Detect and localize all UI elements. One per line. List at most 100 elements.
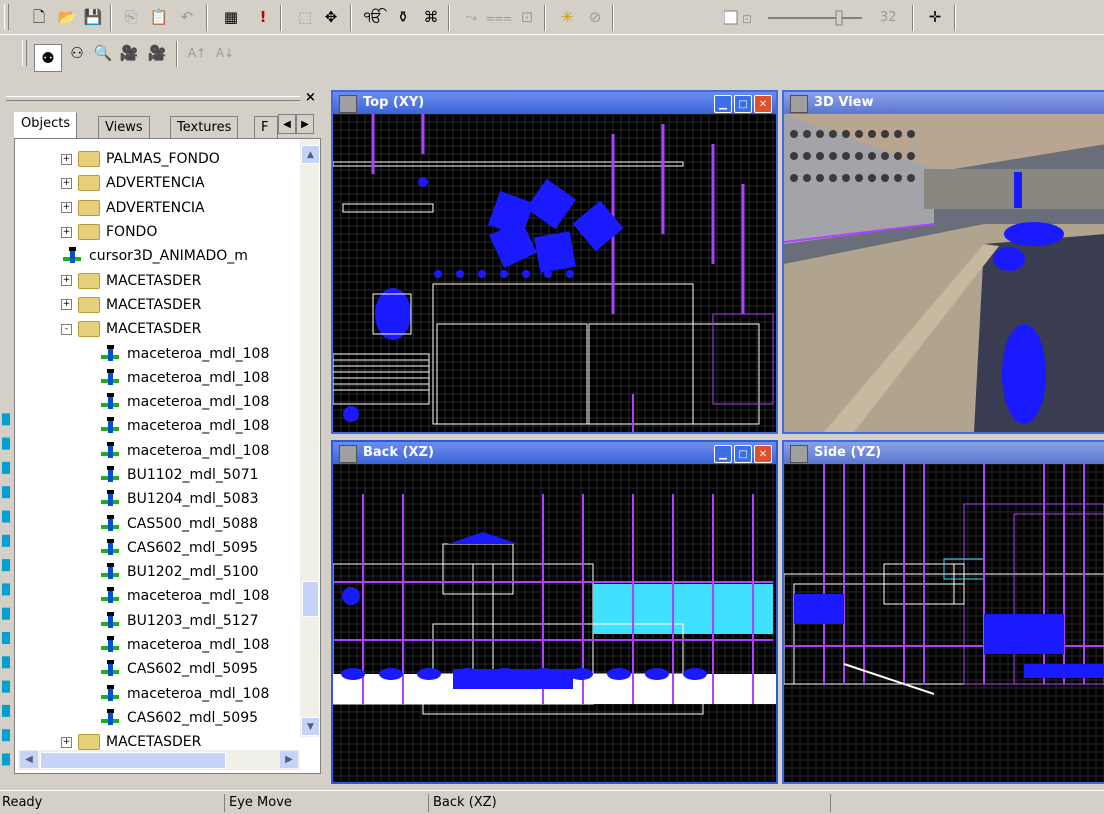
tree-folder-item[interactable]: + FONDO <box>15 220 295 244</box>
sort-desc-icon[interactable]: A↓ <box>214 42 236 64</box>
open-folder-icon[interactable]: 📂 <box>56 6 78 28</box>
minimize-icon[interactable]: ▁ <box>714 445 732 463</box>
tree-folder-item[interactable]: + ADVERTENCIA <box>15 196 295 220</box>
tab-textures[interactable]: Textures <box>170 116 239 139</box>
expand-icon[interactable]: + <box>61 226 72 238</box>
tree-item-label: MACETASDER <box>106 272 202 289</box>
tree-object-item[interactable]: CAS602_mdl_5095 <box>15 536 295 560</box>
delete-object-icon[interactable]: ⊘ <box>584 6 606 28</box>
save-icon[interactable]: 💾 <box>82 6 104 28</box>
tab-left-arrow-icon[interactable]: ◀ <box>278 114 296 134</box>
tree-item-label: CAS602_mdl_5095 <box>127 709 259 726</box>
viewport-side[interactable]: Side (YZ) <box>782 440 1104 784</box>
maximize-icon[interactable]: □ <box>734 445 752 463</box>
build-icon[interactable]: ▦ <box>220 6 242 28</box>
expand-icon[interactable]: + <box>61 736 72 748</box>
roof-shape <box>448 532 518 544</box>
tree-object-item[interactable]: BU1102_mdl_5071 <box>15 463 295 487</box>
folder-icon <box>78 734 100 751</box>
tree-object-item[interactable]: maceteroa_mdl_108 <box>15 414 295 438</box>
viewport-side-canvas[interactable] <box>784 464 1104 782</box>
expand-icon[interactable]: + <box>61 299 72 311</box>
plant-shape <box>534 231 576 273</box>
object-group-icon[interactable]: ⚱ <box>392 6 414 28</box>
viewport-3d[interactable]: 3D View <box>782 90 1104 434</box>
expand-icon[interactable]: + <box>61 177 72 189</box>
scroll-thumb[interactable] <box>302 581 319 617</box>
expand-icon[interactable]: + <box>61 202 72 214</box>
collapse-icon[interactable]: - <box>61 323 72 335</box>
scroll-up-icon[interactable]: ▲ <box>301 145 320 164</box>
viewport-back[interactable]: Back (XZ) ▁ □ ✕ <box>331 440 778 784</box>
horizontal-scroll-thumb[interactable] <box>40 752 226 769</box>
tree-object-item[interactable]: CAS602_mdl_5095 <box>15 706 295 730</box>
tree-object-item[interactable]: BU1202_mdl_5100 <box>15 560 295 584</box>
tree-object-item[interactable]: maceteroa_mdl_108 <box>15 366 295 390</box>
close-icon[interactable]: ✕ <box>754 445 772 463</box>
zoom-icon[interactable]: 🔍 <box>92 42 114 64</box>
scroll-down-icon[interactable]: ▼ <box>301 717 320 736</box>
tab-objects[interactable]: Objects <box>14 112 78 140</box>
select-tool-icon[interactable]: ⬚ <box>294 6 316 28</box>
wall-hole-shape <box>816 174 824 182</box>
new-file-icon[interactable]: 🗋 <box>28 6 50 28</box>
minimize-icon[interactable]: ▁ <box>714 95 732 113</box>
tree-object-item[interactable]: CAS602_mdl_5095 <box>15 657 295 681</box>
paste-icon[interactable]: 📋 <box>148 6 170 28</box>
tree-object-item[interactable]: CAS500_mdl_5088 <box>15 511 295 535</box>
object-stack-icon[interactable]: ੴ <box>362 6 384 28</box>
tab-right-arrow-icon[interactable]: ▶ <box>296 114 314 134</box>
panel-gripper[interactable] <box>6 96 300 101</box>
sort-asc-icon[interactable]: A↑ <box>186 42 208 64</box>
tree-folder-item[interactable]: + ADVERTENCIA <box>15 171 295 195</box>
status-extra <box>830 794 1104 812</box>
add-object-icon[interactable]: ⚉ <box>34 44 62 72</box>
toolbar-grip[interactable] <box>4 4 9 30</box>
expand-icon[interactable]: + <box>61 153 72 165</box>
tree-object-item[interactable]: maceteroa_mdl_108 <box>15 390 295 414</box>
scroll-left-icon[interactable]: ◀ <box>20 751 38 768</box>
add-child-icon[interactable]: ⚇ <box>66 42 88 64</box>
close-icon[interactable]: ✕ <box>754 95 772 113</box>
tree-horizontal-scrollbar[interactable]: ◀ ▶ <box>18 750 300 770</box>
tree-object-item[interactable]: maceteroa_mdl_108 <box>15 584 295 608</box>
tree-object-item[interactable]: maceteroa_mdl_108 <box>15 341 295 365</box>
tree-vertical-scrollbar[interactable]: ▲ ▼ <box>300 139 320 737</box>
tree-folder-item[interactable]: + MACETASDER <box>15 293 295 317</box>
viewport-back-canvas[interactable] <box>333 464 776 782</box>
scale-icon[interactable]: ⊡ <box>516 6 538 28</box>
tree-folder-item[interactable]: + PALMAS_FONDO <box>15 147 295 171</box>
tree-object-item[interactable]: maceteroa_mdl_108 <box>15 439 295 463</box>
close-icon[interactable]: × <box>305 90 316 105</box>
tree-object-item[interactable]: maceteroa_mdl_108 <box>15 633 295 657</box>
undo-icon[interactable]: ↶ <box>176 6 198 28</box>
viewport-title: Top (XY) <box>333 92 776 114</box>
toolbar-separator <box>280 5 282 31</box>
camera-disabled-icon[interactable]: 🎥 <box>146 42 168 64</box>
tree-folder-item[interactable]: - MACETASDER <box>15 317 295 341</box>
tree-object-item[interactable]: maceteroa_mdl_108 <box>15 682 295 706</box>
maximize-icon[interactable]: □ <box>734 95 752 113</box>
tab-views[interactable]: Views <box>98 116 150 139</box>
tab-more[interactable]: F <box>254 116 278 139</box>
scroll-right-icon[interactable]: ▶ <box>280 751 298 768</box>
viewport-top[interactable]: Top (XY) ▁ □ ✕ <box>331 90 778 434</box>
expand-icon[interactable]: + <box>61 275 72 287</box>
tree-object-item[interactable]: cursor3D_ANIMADO_m <box>15 244 295 268</box>
tree-object-item[interactable]: BU1203_mdl_5127 <box>15 609 295 633</box>
rotate-icon[interactable]: ⤳ <box>460 6 482 28</box>
tree-object-item[interactable]: BU1204_mdl_5083 <box>15 487 295 511</box>
run-alert-icon[interactable]: ! <box>252 6 274 28</box>
tree-folder-item[interactable]: + MACETASDER <box>15 268 295 292</box>
align-icon[interactable]: ⩶ <box>486 6 512 28</box>
pan-cross-icon[interactable]: ✛ <box>924 6 946 28</box>
viewport-3d-canvas[interactable] <box>784 114 1104 432</box>
move-tool-icon[interactable]: ✥ <box>320 6 342 28</box>
viewport-top-canvas[interactable] <box>333 114 776 432</box>
edge-fragment <box>2 510 10 523</box>
camera-icon[interactable]: 🎥 <box>118 42 140 64</box>
copy-icon[interactable]: ⎘ <box>120 6 142 28</box>
toolbar-grip[interactable] <box>22 40 27 66</box>
light-icon[interactable]: ✳ <box>556 6 578 28</box>
object-cam-icon[interactable]: ⌘ <box>420 6 442 28</box>
